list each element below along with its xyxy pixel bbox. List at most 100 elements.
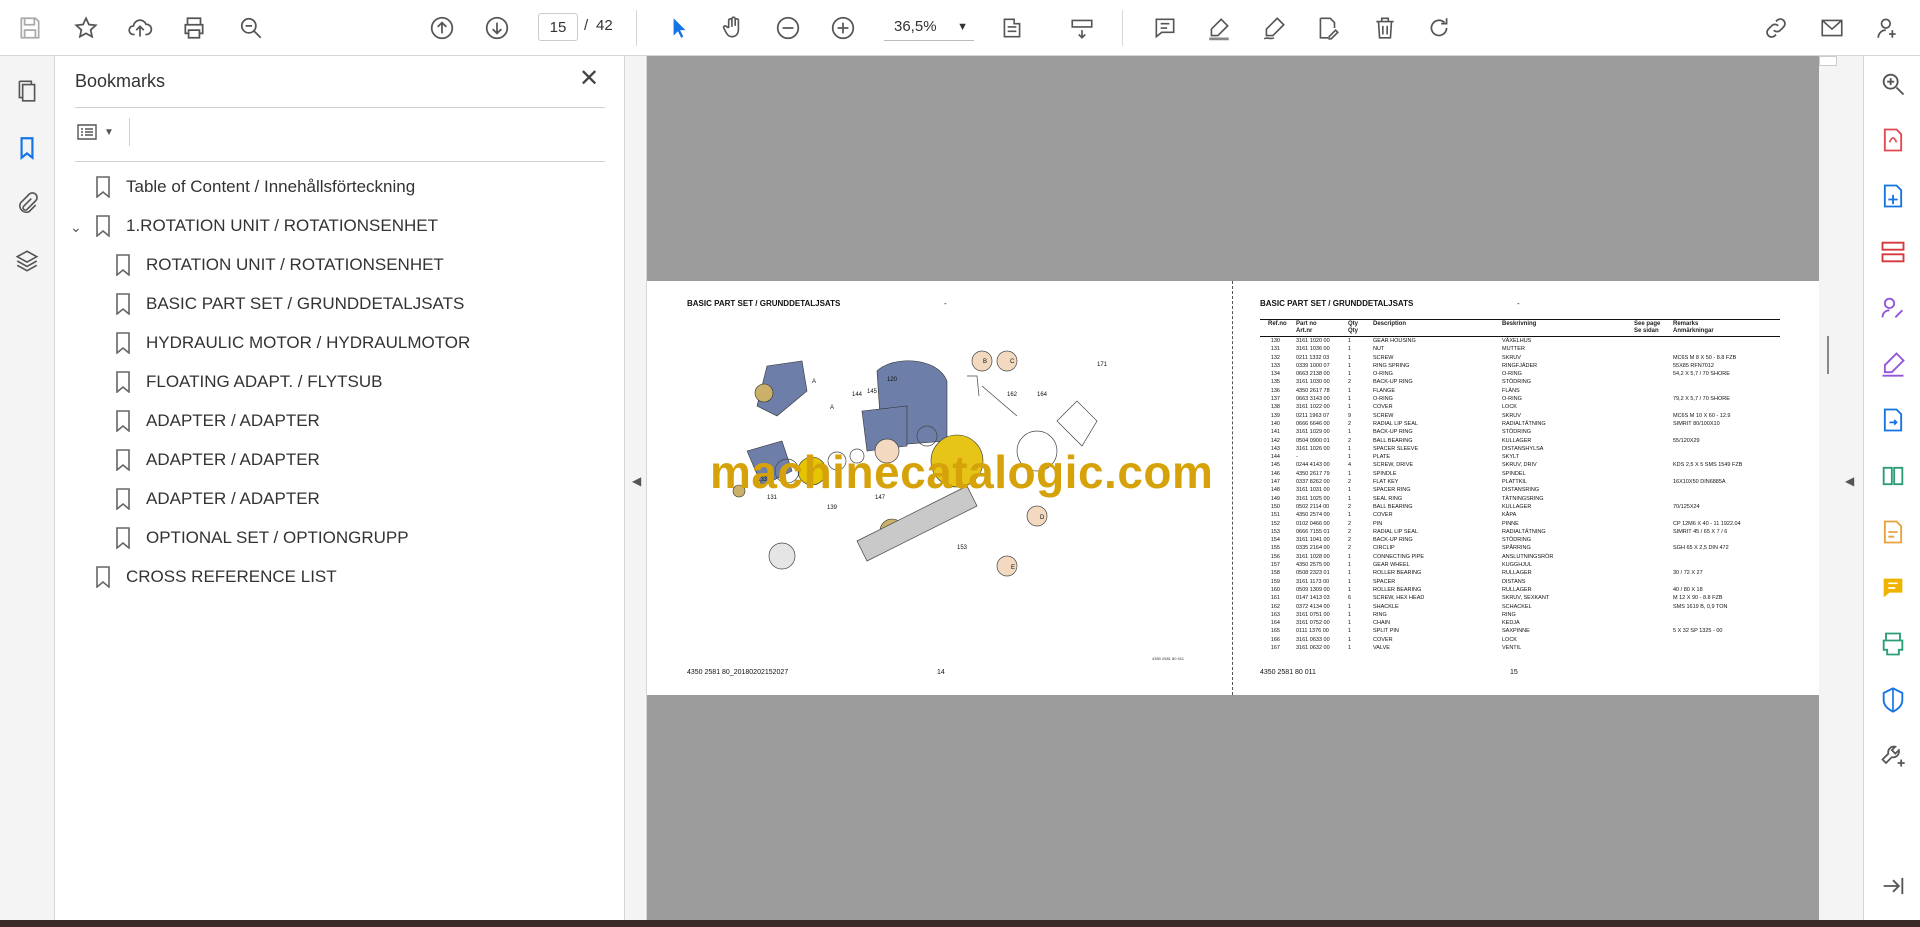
- bookmarks-icon[interactable]: [12, 133, 42, 163]
- compare-files-icon[interactable]: [1877, 460, 1909, 492]
- comment-tool-icon[interactable]: [1877, 572, 1909, 604]
- cell-qty: 1: [1348, 512, 1352, 519]
- send-for-review-icon[interactable]: [1877, 404, 1909, 436]
- redo-icon[interactable]: [1423, 12, 1455, 44]
- find-zoom-icon[interactable]: [235, 12, 267, 44]
- highlight-icon[interactable]: [1203, 12, 1235, 44]
- bookmark-item[interactable]: Table of Content / Innehållsförteckning: [95, 172, 415, 202]
- cell-ref: 157: [1270, 562, 1280, 569]
- cell-description: RADIAL LIP SEAL: [1373, 528, 1418, 535]
- zoom-out-icon[interactable]: [772, 12, 804, 44]
- col-part-sv: Art.nr: [1296, 328, 1313, 334]
- more-tools-icon[interactable]: [1877, 740, 1909, 772]
- share-link-icon[interactable]: [1760, 12, 1792, 44]
- bookmark-item[interactable]: BASIC PART SET / GRUNDDETALJSATS: [115, 289, 464, 319]
- cell-part-no: 0504 0900 01: [1296, 437, 1330, 444]
- table-row: 138 3161 1022 00 1 COVER LOCK: [1260, 403, 1780, 411]
- cell-remarks: 79,2 X 5,7 / 70 SHORE: [1673, 396, 1730, 403]
- attachments-icon[interactable]: [12, 189, 42, 219]
- delete-icon[interactable]: [1369, 12, 1401, 44]
- zoom-level-select[interactable]: 36,5% ▼: [884, 13, 974, 41]
- bookmark-options-button[interactable]: ▼: [75, 116, 123, 148]
- right-page-header-dash: -: [1517, 299, 1520, 308]
- create-pdf-icon[interactable]: [1877, 180, 1909, 212]
- save-icon[interactable]: [14, 12, 46, 44]
- bookmark-flag-icon: [95, 566, 113, 588]
- scroll-up-button[interactable]: [1819, 56, 1837, 66]
- bookmark-item[interactable]: HYDRAULIC MOTOR / HYDRAULMOTOR: [115, 328, 470, 358]
- layers-icon[interactable]: [12, 246, 42, 276]
- page-number-input[interactable]: 15: [538, 13, 578, 41]
- cell-description: RING: [1373, 611, 1387, 618]
- cell-beskrivning: RULLAGER: [1502, 570, 1532, 577]
- print-production-icon[interactable]: [1877, 628, 1909, 660]
- cell-description: SPLIT PIN: [1373, 628, 1399, 635]
- cell-beskrivning: SAXPINNE: [1502, 628, 1530, 635]
- page-separator: /: [584, 17, 589, 34]
- zoom-tool-icon[interactable]: [1877, 68, 1909, 100]
- bookmark-item[interactable]: ADAPTER / ADAPTER: [115, 484, 320, 514]
- bookmark-flag-icon: [115, 254, 133, 276]
- cell-qty: 1: [1348, 338, 1352, 344]
- bookmark-item[interactable]: 1.ROTATION UNIT / ROTATIONSENHET: [95, 211, 438, 241]
- organize-pages-icon[interactable]: [1877, 236, 1909, 268]
- left-page-footer-doc: 4350 2581 80_20180202152027: [687, 669, 789, 676]
- table-row: 151 4350 2574 00 1 COVER KÅPA: [1260, 511, 1780, 519]
- svg-text:145: 145: [867, 389, 878, 395]
- col-ref: Ref.no: [1268, 321, 1287, 327]
- document-viewer[interactable]: BASIC PART SET / GRUNDDETALJSATS - A A B…: [647, 56, 1819, 920]
- comment-icon[interactable]: [1149, 12, 1181, 44]
- bookmark-item[interactable]: OPTIONAL SET / OPTIONGRUPP: [115, 523, 409, 553]
- bookmark-item[interactable]: CROSS REFERENCE LIST: [95, 562, 337, 592]
- cell-description: O-RING: [1373, 396, 1393, 403]
- email-icon[interactable]: [1816, 12, 1848, 44]
- protect-icon[interactable]: [1877, 684, 1909, 716]
- cell-part-no: 0666 7155 01: [1296, 528, 1330, 535]
- cell-qty: 1: [1348, 396, 1352, 403]
- select-cursor-icon[interactable]: [663, 12, 695, 44]
- left-pane-splitter[interactable]: ◀: [625, 56, 647, 920]
- table-row: 156 3161 1028 00 1 CONNECTING PIPE ANSLUTNIN…: [1260, 553, 1780, 561]
- cell-qty: 1: [1348, 553, 1352, 560]
- export-pdf-icon[interactable]: [1877, 124, 1909, 156]
- cell-description: SCREW, HEX HEAD: [1373, 595, 1425, 602]
- scroll-mode-icon[interactable]: [1066, 12, 1098, 44]
- edit-document-icon[interactable]: [1877, 516, 1909, 548]
- table-row: 143 3161 1026 00 1 SPACER SLEEVE DISTANSHYLS…: [1260, 445, 1780, 453]
- star-icon[interactable]: [70, 12, 102, 44]
- bookmark-item[interactable]: ADAPTER / ADAPTER: [115, 406, 320, 436]
- cell-beskrivning: SPINDEL: [1502, 470, 1526, 477]
- cell-description: VALVE: [1373, 644, 1390, 651]
- cell-description: SCREW: [1373, 354, 1394, 361]
- bookmark-label: FLOATING ADAPT. / FLYTSUB: [146, 372, 383, 391]
- cell-description: SHACKLE: [1373, 603, 1399, 610]
- draw-pen-icon[interactable]: [1258, 12, 1290, 44]
- zoom-in-icon[interactable]: [827, 12, 859, 44]
- bookmark-item[interactable]: ROTATION UNIT / ROTATIONSENHET: [115, 250, 444, 280]
- expand-panel-icon[interactable]: [1877, 870, 1909, 902]
- print-icon[interactable]: [178, 12, 210, 44]
- cell-remarks: 54,2 X 5,7 / 70 SHORE: [1673, 371, 1730, 378]
- chevron-down-icon[interactable]: ⌄: [70, 219, 86, 235]
- bookmark-item[interactable]: FLOATING ADAPT. / FLYTSUB: [115, 367, 382, 397]
- request-signature-icon[interactable]: [1877, 292, 1909, 324]
- close-icon[interactable]: ✕: [577, 67, 601, 92]
- previous-page-icon[interactable]: [426, 12, 458, 44]
- edit-pdf-icon[interactable]: [1312, 12, 1344, 44]
- account-icon[interactable]: [1872, 12, 1904, 44]
- cell-qty: 1: [1348, 644, 1352, 651]
- collapse-right-icon[interactable]: ◀: [1845, 474, 1857, 488]
- fill-sign-icon[interactable]: [1877, 348, 1909, 380]
- hand-tool-icon[interactable]: [717, 12, 749, 44]
- table-row: 166 3161 0633 00 1 COVER LOCK: [1260, 636, 1780, 644]
- page-thumbnails-icon[interactable]: [12, 76, 42, 106]
- scrollbar-thumb[interactable]: [1827, 336, 1829, 374]
- page-fit-icon[interactable]: [996, 12, 1028, 44]
- cell-qty: 1: [1348, 429, 1352, 436]
- vertical-scrollbar[interactable]: [1819, 56, 1837, 920]
- next-page-icon[interactable]: [481, 12, 513, 44]
- bookmark-item[interactable]: ADAPTER / ADAPTER: [115, 445, 320, 475]
- right-pane-splitter[interactable]: ◀: [1837, 56, 1863, 920]
- upload-cloud-icon[interactable]: [124, 12, 156, 44]
- collapse-left-icon[interactable]: ◀: [632, 474, 644, 488]
